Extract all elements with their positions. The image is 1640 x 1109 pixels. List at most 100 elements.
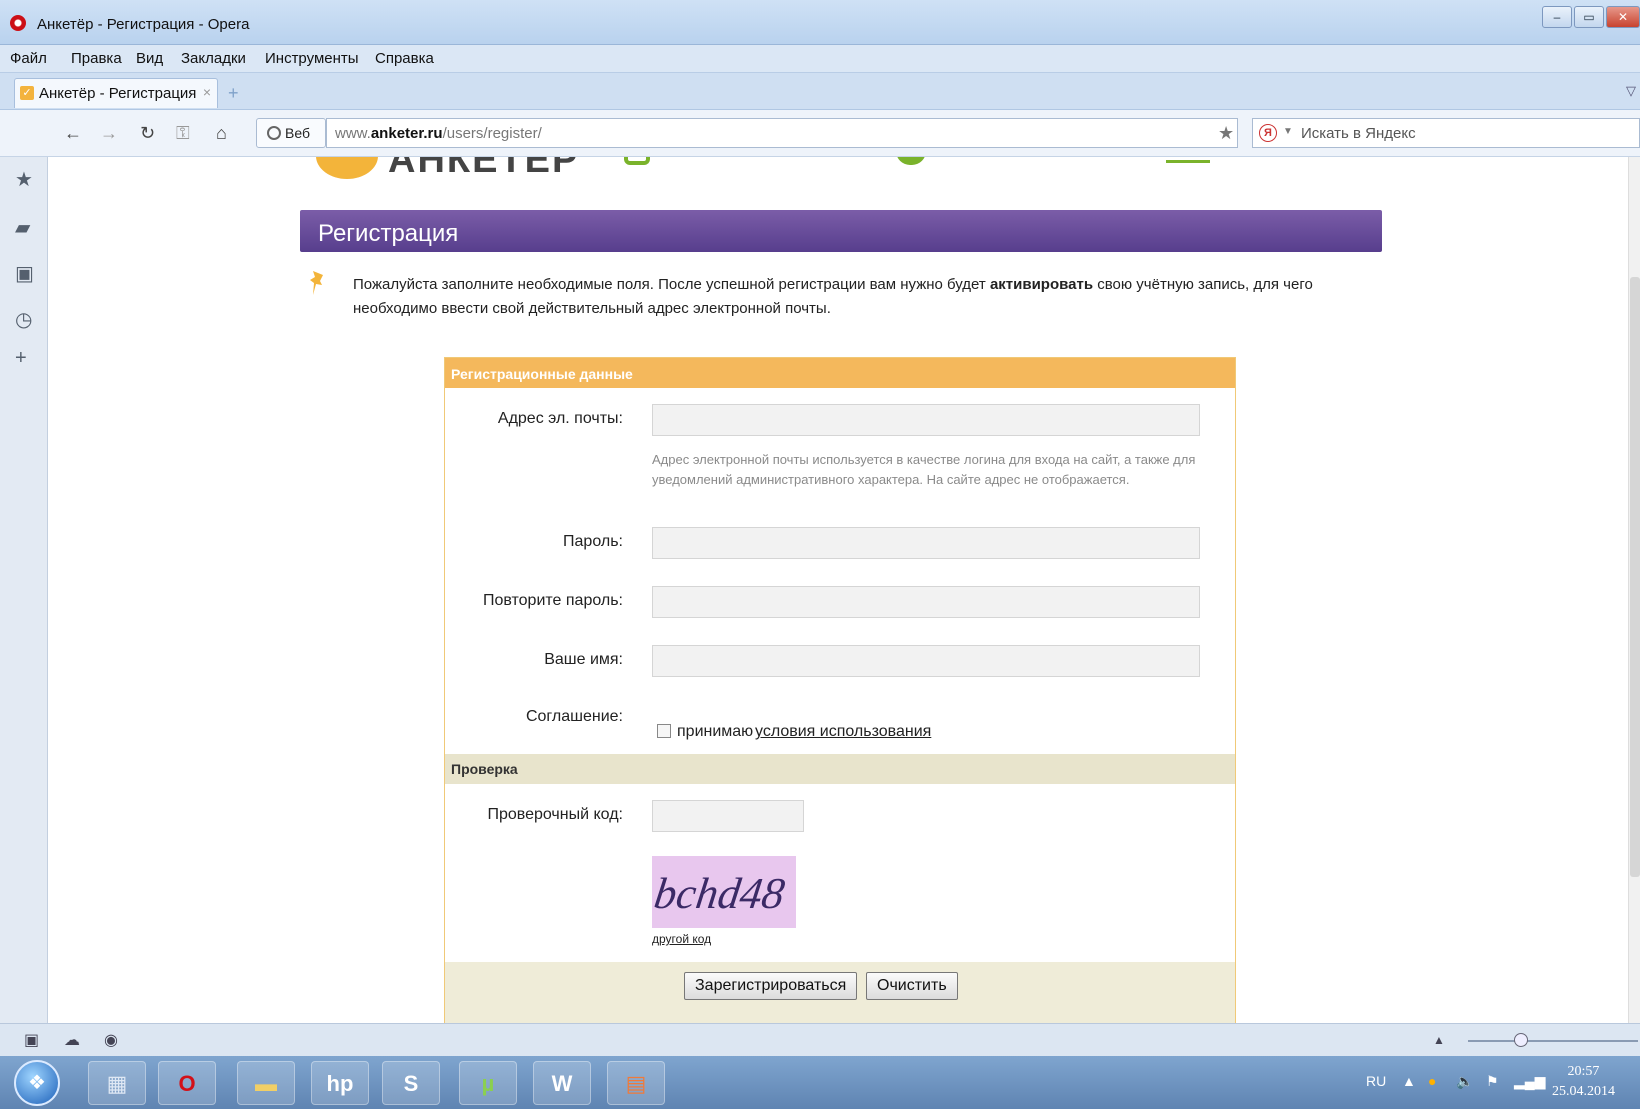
captcha-image-graphic: bchd48: [651, 869, 788, 918]
turbo-icon[interactable]: ◉: [104, 1030, 118, 1050]
section-header-registration: Регистрационные данные: [445, 358, 1235, 388]
history-panel-icon[interactable]: ◷: [15, 307, 32, 332]
captcha-image: bchd48: [651, 856, 796, 928]
menu-help[interactable]: Справка: [375, 50, 434, 67]
name-label: Ваше имя:: [544, 651, 623, 668]
zoom-slider[interactable]: [1468, 1033, 1638, 1047]
bookmarks-panel-icon[interactable]: ★: [15, 167, 33, 192]
downloads-panel-icon[interactable]: ▣: [15, 261, 34, 286]
skype-icon[interactable]: S: [382, 1061, 440, 1105]
network-signal-icon[interactable]: ▂▄▆: [1514, 1073, 1545, 1090]
calculator-icon[interactable]: ▦: [88, 1061, 146, 1105]
word-icon[interactable]: W: [533, 1061, 591, 1105]
captcha-label: Проверочный код:: [487, 806, 623, 823]
tab-registration[interactable]: ✓ Анкетёр - Регистрация ×: [14, 78, 218, 108]
window-controls: – ▭ ✕: [1542, 6, 1640, 28]
tab-close-icon[interactable]: ×: [203, 84, 211, 100]
page-title-bar: Регистрация: [300, 210, 1382, 252]
address-bar: ← → ↻ ⚿ ⌂ Веб www.anketer.ru/users/regis…: [0, 110, 1640, 157]
header-nav-icon-3[interactable]: [1166, 157, 1210, 163]
hp-icon[interactable]: hp: [311, 1061, 369, 1105]
password-field[interactable]: [652, 527, 1200, 559]
menu-tools[interactable]: Инструменты: [265, 50, 359, 67]
yandex-icon[interactable]: Я: [1259, 124, 1277, 142]
action-center-flag-icon[interactable]: ⚑: [1486, 1073, 1499, 1090]
minimize-button[interactable]: –: [1542, 6, 1572, 28]
register-button[interactable]: Зарегистрироваться: [684, 972, 858, 1000]
password-label: Пароль:: [563, 533, 623, 550]
url-domain: anketer.ru: [370, 125, 443, 142]
clock-time: 20:57: [1567, 1064, 1600, 1079]
menu-file[interactable]: Файл: [10, 50, 47, 67]
explorer-icon[interactable]: ▬: [237, 1061, 295, 1105]
tray-app-icon[interactable]: ●: [1428, 1073, 1436, 1089]
web-label: Веб: [285, 125, 310, 141]
tray-expand-icon[interactable]: ▲: [1402, 1073, 1416, 1089]
header-nav-icon-2[interactable]: [896, 157, 926, 165]
repeat-password-label: Повторите пароль:: [482, 592, 623, 609]
url-input[interactable]: www.anketer.ru/users/register/: [326, 118, 1238, 148]
email-field[interactable]: [652, 404, 1200, 436]
status-bar: ▣ ☁ ◉ ▲: [0, 1023, 1640, 1056]
terms-link[interactable]: условия использования: [755, 723, 931, 741]
windows-taskbar: ❖ ▦ O ▬ hp S µ W ▤ RU ▲ ● 🔈 ⚑ ▂▄▆ 20:57 …: [0, 1056, 1640, 1109]
email-hint: Адрес электронной почты используется в к…: [652, 452, 1196, 487]
volume-icon[interactable]: 🔈: [1456, 1073, 1473, 1090]
repeat-password-field[interactable]: [652, 586, 1200, 618]
url-prefix: www.: [335, 125, 371, 142]
captcha-image-text: bchd48: [652, 869, 788, 918]
menu-view[interactable]: Вид: [136, 50, 163, 67]
forward-icon[interactable]: →: [100, 123, 118, 144]
section-title: Регистрационные данные: [451, 366, 633, 382]
unite-icon[interactable]: ☁: [64, 1030, 80, 1050]
zoom-slider-knob[interactable]: [1514, 1033, 1528, 1047]
home-icon[interactable]: ⌂: [216, 123, 227, 144]
menu-bookmarks[interactable]: Закладки: [181, 50, 246, 67]
search-placeholder: Искать в Яндекс: [1301, 125, 1416, 142]
page-scrollbar[interactable]: [1628, 157, 1640, 1023]
opera-logo-icon: [10, 15, 26, 31]
section-title: Проверка: [451, 761, 518, 777]
tab-menu-chevron-icon[interactable]: ▽: [1626, 83, 1636, 99]
clock-date: 25.04.2014: [1552, 1084, 1615, 1099]
other-code-link[interactable]: другой код: [652, 932, 711, 946]
web-identity-button[interactable]: Веб: [256, 118, 326, 148]
key-icon[interactable]: ⚿: [176, 123, 190, 144]
start-button[interactable]: ❖: [14, 1060, 60, 1106]
tab-title: Анкетёр - Регистрация: [39, 85, 197, 102]
notes-panel-icon[interactable]: ▰: [15, 215, 30, 240]
search-input[interactable]: Я ▼ Искать в Яндекс: [1252, 118, 1640, 148]
zoom-up-icon[interactable]: ▲: [1433, 1033, 1445, 1047]
close-window-button[interactable]: ✕: [1606, 6, 1640, 28]
clear-button[interactable]: Очистить: [866, 972, 958, 1000]
menu-bar: Файл Правка Вид Закладки Инструменты Спр…: [0, 45, 1640, 73]
agree-checkbox[interactable]: [657, 724, 671, 738]
maximize-button[interactable]: ▭: [1574, 6, 1604, 28]
bookmark-star-icon[interactable]: ★: [1218, 123, 1234, 144]
reload-icon[interactable]: ↻: [140, 123, 155, 144]
taskbar-clock[interactable]: 20:57 25.04.2014: [1552, 1062, 1615, 1102]
back-icon[interactable]: ←: [64, 123, 82, 144]
agree-text: принимаю: [677, 723, 754, 740]
language-indicator[interactable]: RU: [1366, 1073, 1386, 1089]
opera-icon[interactable]: O: [158, 1061, 216, 1105]
site-logo-icon: [316, 157, 378, 179]
page-title: Регистрация: [318, 220, 459, 247]
new-tab-icon[interactable]: +: [228, 83, 239, 104]
email-label: Адрес эл. почты:: [497, 410, 623, 427]
presentation-icon[interactable]: ▤: [607, 1061, 665, 1105]
window-title: Анкетёр - Регистрация - Opera: [37, 16, 250, 33]
registration-form: Регистрационные данные Адрес эл. почты: …: [444, 357, 1236, 1023]
url-path: /users/register/: [442, 125, 542, 142]
menu-edit[interactable]: Правка: [71, 50, 122, 67]
scrollbar-thumb[interactable]: [1630, 277, 1640, 877]
panel-toggle-icon[interactable]: ▣: [24, 1030, 39, 1050]
name-field[interactable]: [652, 645, 1200, 677]
utorrent-icon[interactable]: µ: [459, 1061, 517, 1105]
globe-icon: [267, 126, 281, 140]
add-panel-icon[interactable]: +: [15, 347, 27, 370]
search-engine-dropdown-icon[interactable]: ▼: [1283, 126, 1293, 137]
captcha-field[interactable]: [652, 800, 804, 832]
header-nav-icon-1[interactable]: [624, 157, 650, 165]
intro-text: Пожалуйста заполните необходимые поля. П…: [353, 273, 1393, 321]
